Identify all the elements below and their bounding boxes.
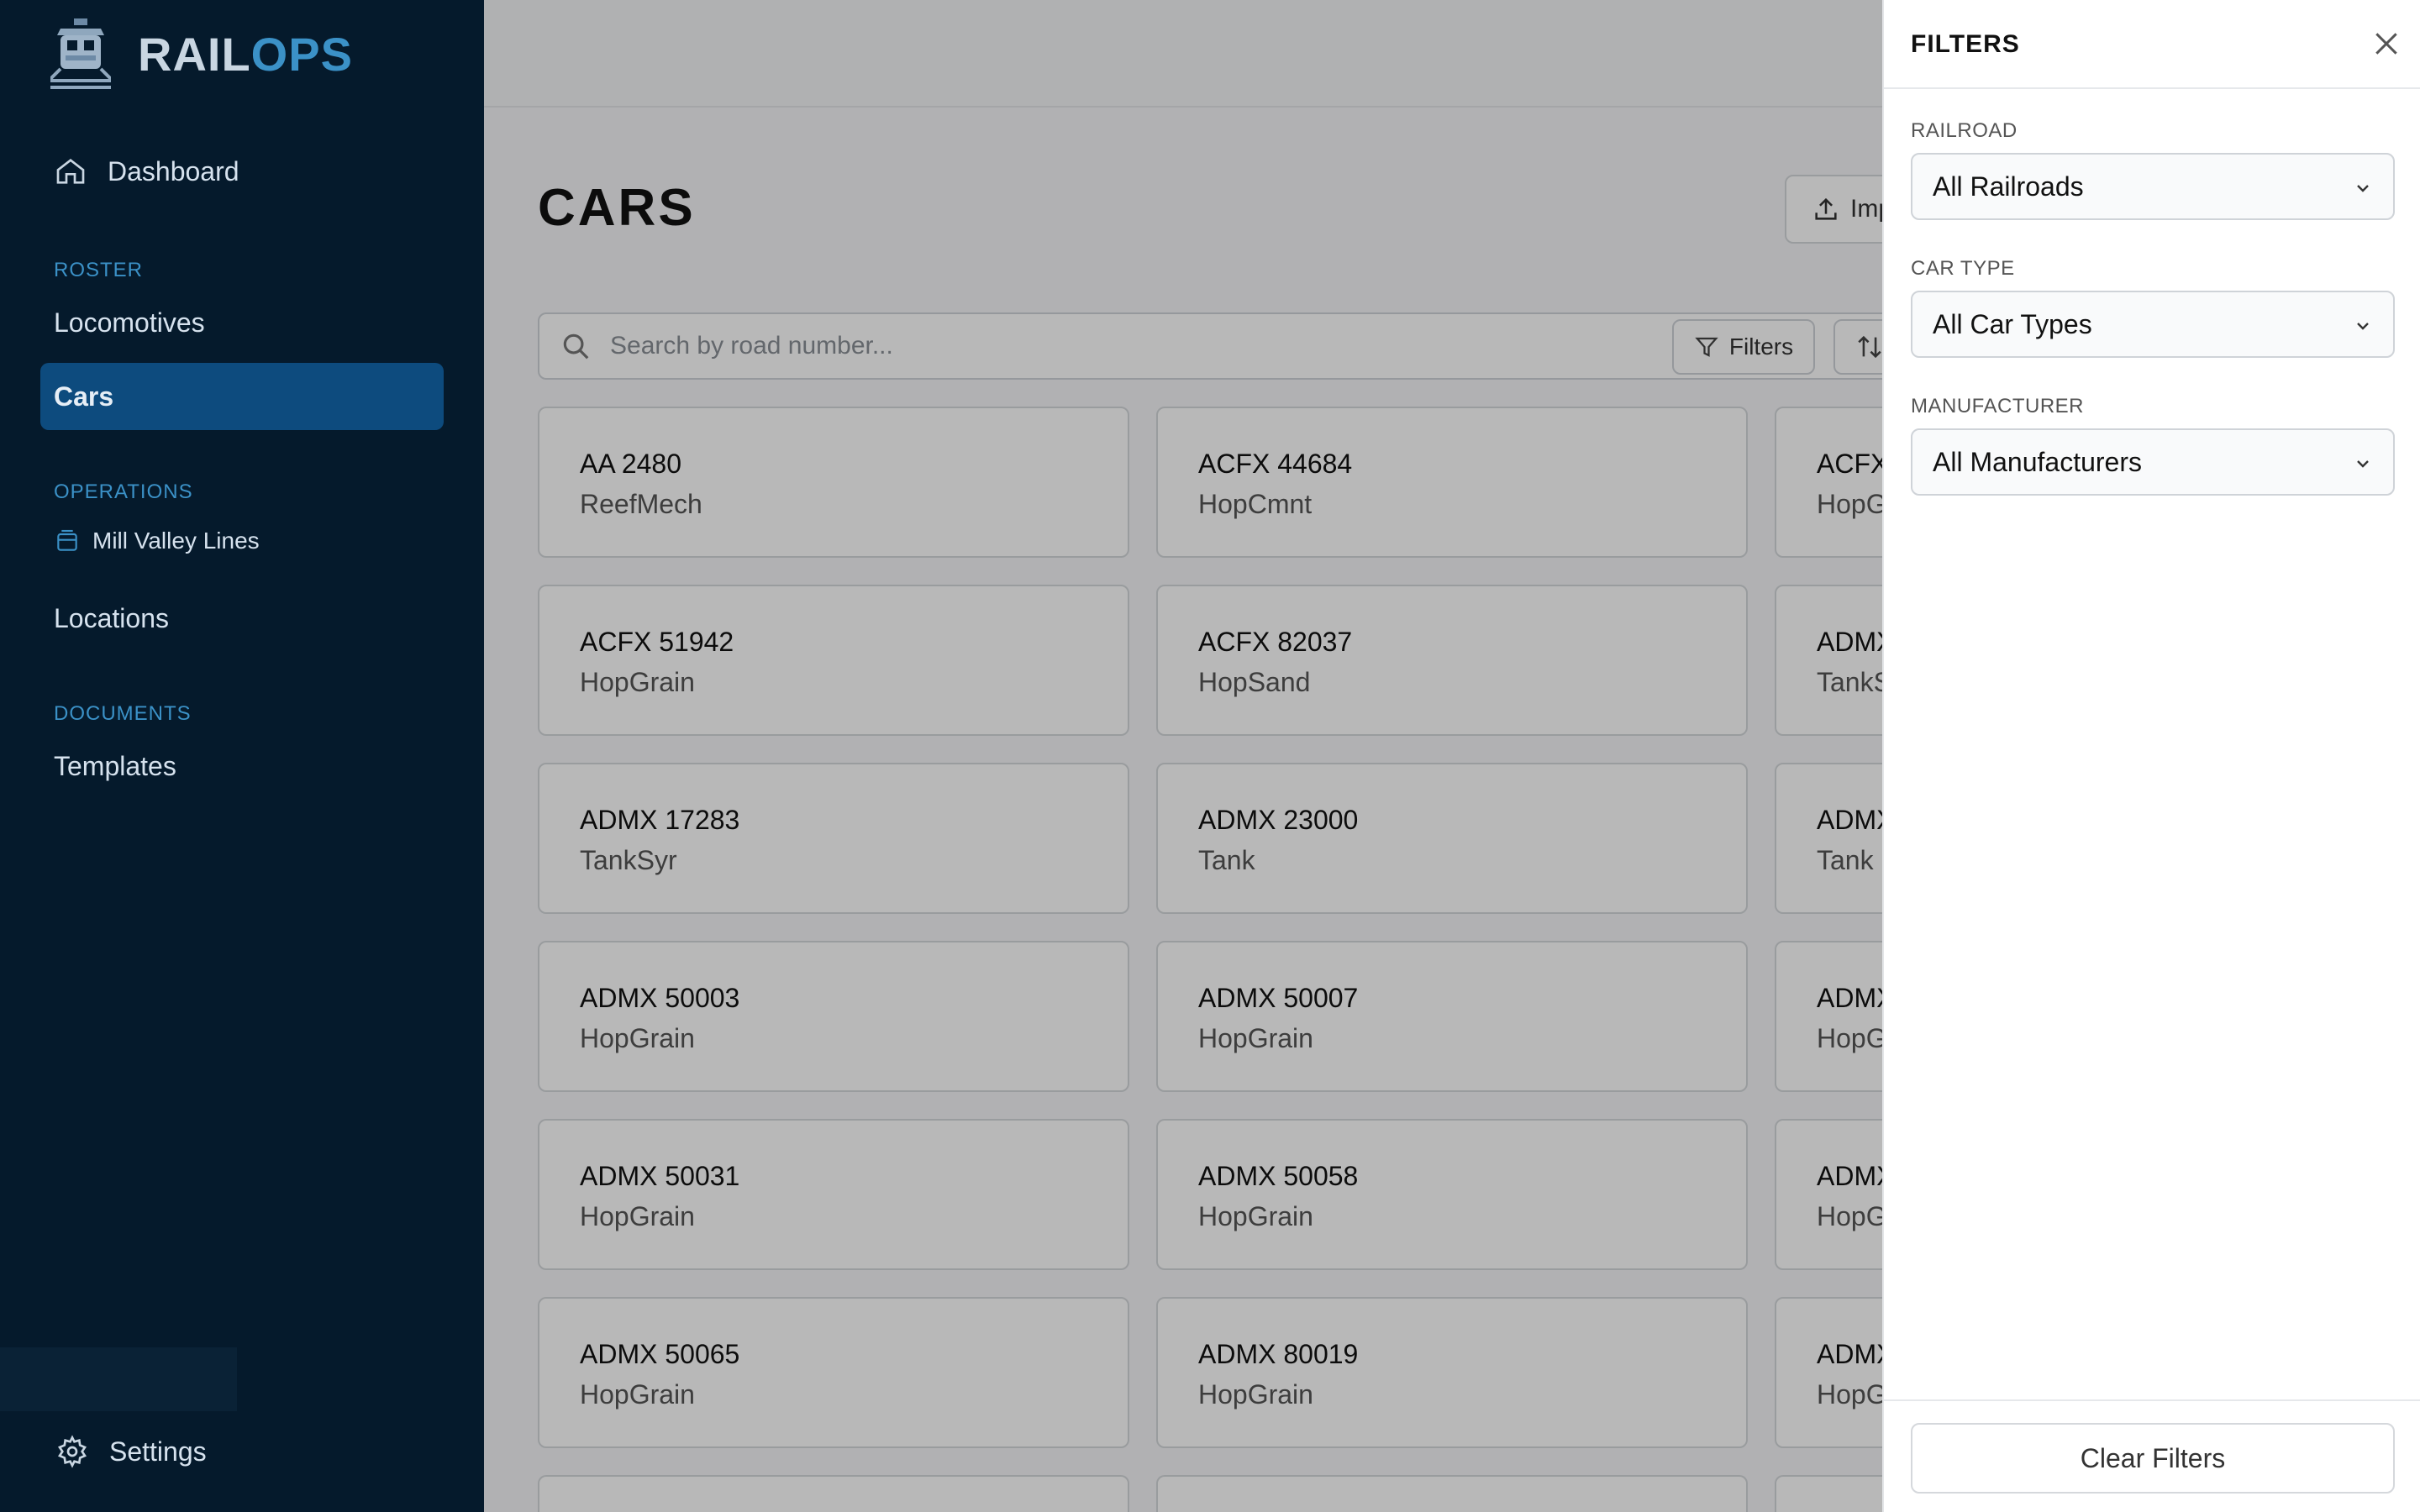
filters-panel: FILTERS RAILROAD All Railroads CAR TYPE … (1882, 0, 2420, 1512)
nav-dashboard[interactable]: Dashboard (54, 155, 239, 188)
brand-name: RAILOPS (138, 27, 353, 81)
nav-settings-label: Settings (109, 1436, 207, 1467)
close-icon (2375, 33, 2397, 55)
manufacturer-label: MANUFACTURER (1911, 395, 2085, 417)
train-logo-icon (50, 18, 111, 89)
railroad-select-value: All Railroads (1933, 171, 2084, 202)
chevron-down-icon (2357, 323, 2369, 330)
filters-title: FILTERS (1911, 30, 2020, 58)
nav-settings[interactable]: Settings (55, 1435, 207, 1468)
nav-locations[interactable]: Locations (54, 603, 169, 634)
car-type-label: CAR TYPE (1911, 257, 2015, 280)
section-operations: OPERATIONS (54, 480, 193, 503)
nav-layout-label: Mill Valley Lines (92, 528, 260, 554)
nav-templates-label: Templates (54, 751, 176, 781)
logo[interactable]: RAILOPS (50, 18, 353, 89)
nav-layout-mill-valley[interactable]: Mill Valley Lines (54, 528, 260, 554)
railroad-label: RAILROAD (1911, 119, 2018, 142)
nav-dashboard-label: Dashboard (108, 155, 239, 186)
gear-icon (58, 1435, 87, 1468)
filters-panel-header: FILTERS (1884, 0, 2420, 89)
home-icon (56, 158, 85, 184)
manufacturer-select[interactable]: All Manufacturers (1911, 428, 2395, 496)
clear-filters-button[interactable]: Clear Filters (1911, 1423, 2395, 1494)
nav-locations-label: Locations (54, 603, 169, 633)
nav-cars[interactable]: Cars (54, 381, 113, 412)
nav-templates[interactable]: Templates (54, 751, 176, 782)
section-documents: DOCUMENTS (54, 702, 192, 725)
nav-locomotives[interactable]: Locomotives (54, 307, 205, 339)
chevron-down-icon (2357, 460, 2369, 468)
manufacturer-select-value: All Manufacturers (1933, 446, 2142, 477)
filters-panel-footer: Clear Filters (1884, 1399, 2420, 1512)
railroad-select[interactable]: All Railroads (1911, 153, 2395, 220)
sidebar: RAILOPS Dashboard ROSTER Locomotives Car… (0, 0, 484, 1512)
car-type-select-value: All Car Types (1933, 308, 2092, 339)
layout-icon (57, 529, 77, 551)
chevron-down-icon (2357, 185, 2369, 192)
nav-locomotives-label: Locomotives (54, 307, 205, 338)
section-roster: ROSTER (54, 259, 144, 281)
car-type-select[interactable]: All Car Types (1911, 291, 2395, 358)
nav-cars-label: Cars (54, 381, 114, 412)
sidebar-bottom-strip (0, 1347, 237, 1411)
close-button[interactable] (2370, 27, 2403, 60)
